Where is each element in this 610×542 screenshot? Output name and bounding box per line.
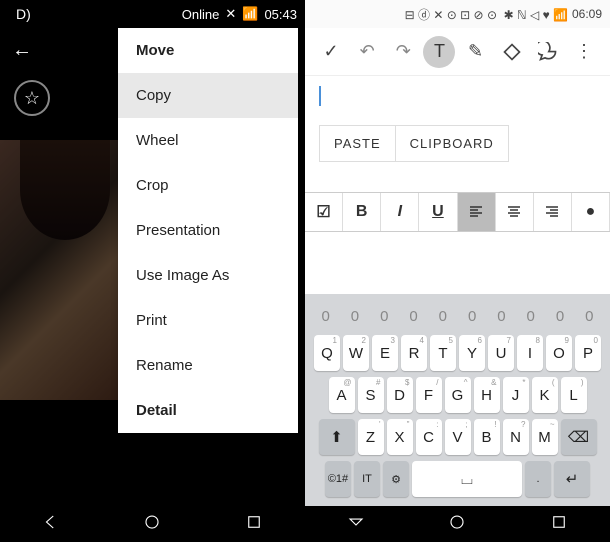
lang-key[interactable]: IT <box>354 461 380 497</box>
num-key[interactable]: 0 <box>518 304 544 328</box>
key-h[interactable]: H& <box>474 377 500 413</box>
key-v[interactable]: V; <box>445 419 471 455</box>
paste-button[interactable]: PASTE <box>319 125 396 162</box>
back-button[interactable]: ← <box>12 39 32 62</box>
time-right: 06:09 <box>572 7 602 21</box>
key-o[interactable]: O9 <box>546 335 572 371</box>
nav-recent-r[interactable] <box>550 513 568 536</box>
pen-tool[interactable]: ✎ <box>460 36 492 68</box>
key-g[interactable]: G^ <box>445 377 471 413</box>
menu-rename[interactable]: Rename <box>118 343 298 388</box>
status-icons: ⊟ ⓓ ✕ ⊙ ⊡ ⊘ ⊙ ✱ ℕ ◁ ♥ 📶 <box>405 6 568 23</box>
bold-button[interactable]: B <box>343 193 381 231</box>
key-x[interactable]: X" <box>387 419 413 455</box>
nav-home[interactable] <box>143 513 161 536</box>
menu-print[interactable]: Print <box>118 298 298 343</box>
undo-button[interactable]: ↶ <box>351 36 383 68</box>
text-cursor <box>319 86 321 106</box>
menu-detail[interactable]: Detail <box>118 388 298 433</box>
num-key[interactable]: 0 <box>401 304 427 328</box>
key-t[interactable]: T5 <box>430 335 456 371</box>
key-p[interactable]: P0 <box>575 335 601 371</box>
time-left: 05:43 <box>264 7 297 22</box>
favorite-button[interactable]: ☆ <box>14 80 50 116</box>
photo-thumbnail[interactable] <box>0 140 130 400</box>
nav-home-r[interactable] <box>448 513 466 536</box>
num-key[interactable]: 0 <box>576 304 602 328</box>
nav-back[interactable] <box>42 513 60 536</box>
menu-use-image-as[interactable]: Use Image As <box>118 253 298 298</box>
menu-crop[interactable]: Crop <box>118 163 298 208</box>
redo-button[interactable]: ↷ <box>387 36 419 68</box>
comment-tool[interactable] <box>532 36 564 68</box>
nav-recent[interactable] <box>245 513 263 536</box>
context-menu: Move Copy Wheel Crop Presentation Use Im… <box>118 28 298 433</box>
keyboard: 0000000000 Q1W2E3R4T5Y6U7I8O9P0 A@S#D$F/… <box>305 294 610 506</box>
checklist-button[interactable]: ☑ <box>305 193 343 231</box>
carrier-label: D) <box>8 6 31 22</box>
key-n[interactable]: N? <box>503 419 529 455</box>
num-key[interactable]: 0 <box>371 304 397 328</box>
menu-presentation[interactable]: Presentation <box>118 208 298 253</box>
key-c[interactable]: C: <box>416 419 442 455</box>
num-key[interactable]: 0 <box>547 304 573 328</box>
align-left-button[interactable] <box>458 193 496 231</box>
enter-key[interactable]: ↵ <box>554 461 590 497</box>
text-tool[interactable]: T <box>423 36 455 68</box>
key-l[interactable]: L) <box>561 377 587 413</box>
key-s[interactable]: S# <box>358 377 384 413</box>
confirm-button[interactable]: ✓ <box>315 36 347 68</box>
key-u[interactable]: U7 <box>488 335 514 371</box>
signal-icon: 📶 <box>242 6 258 22</box>
num-key[interactable]: 0 <box>459 304 485 328</box>
key-d[interactable]: D$ <box>387 377 413 413</box>
key-w[interactable]: W2 <box>343 335 369 371</box>
eraser-tool[interactable] <box>496 36 528 68</box>
key-i[interactable]: I8 <box>517 335 543 371</box>
align-center-button[interactable] <box>496 193 534 231</box>
key-q[interactable]: Q1 <box>314 335 340 371</box>
num-key[interactable]: 0 <box>430 304 456 328</box>
key-a[interactable]: A@ <box>329 377 355 413</box>
key-j[interactable]: J* <box>503 377 529 413</box>
align-right-button[interactable] <box>534 193 572 231</box>
settings-key[interactable]: ⚙ <box>383 461 409 497</box>
key-e[interactable]: E3 <box>372 335 398 371</box>
space-key[interactable]: ⌴ <box>412 461 522 497</box>
key-r[interactable]: R4 <box>401 335 427 371</box>
online-label: Online <box>182 7 220 22</box>
menu-wheel[interactable]: Wheel <box>118 118 298 163</box>
more-button[interactable]: ⋮ <box>568 36 600 68</box>
italic-button[interactable]: I <box>381 193 419 231</box>
text-input[interactable] <box>305 76 610 121</box>
shift-key[interactable]: ⬆ <box>319 419 355 455</box>
nav-back-r[interactable] <box>347 513 365 536</box>
num-key[interactable]: 0 <box>342 304 368 328</box>
menu-move[interactable]: Move <box>118 28 298 73</box>
num-key[interactable]: 0 <box>488 304 514 328</box>
backspace-key[interactable]: ⌫ <box>561 419 597 455</box>
num-key[interactable]: 0 <box>313 304 339 328</box>
key-z[interactable]: Z' <box>358 419 384 455</box>
clipboard-button[interactable]: CLIPBOARD <box>396 125 509 162</box>
underline-button[interactable]: U <box>419 193 457 231</box>
key-b[interactable]: B! <box>474 419 500 455</box>
period-key[interactable]: . <box>525 461 551 497</box>
menu-copy[interactable]: Copy <box>118 73 298 118</box>
key-y[interactable]: Y6 <box>459 335 485 371</box>
key-k[interactable]: K( <box>532 377 558 413</box>
key-m[interactable]: M~ <box>532 419 558 455</box>
key-f[interactable]: F/ <box>416 377 442 413</box>
mute-icon: ✕ <box>225 6 236 22</box>
symbols-key[interactable]: ©1# <box>325 461 351 497</box>
bullet-button[interactable]: ● <box>572 193 610 231</box>
